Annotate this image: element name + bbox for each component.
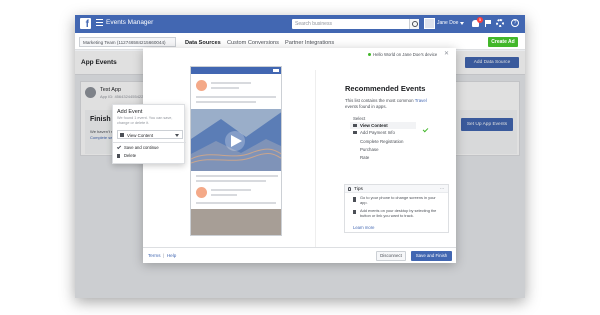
travel-link[interactable]: Travel [415, 98, 427, 103]
cursor-icon [353, 210, 356, 214]
recommended-events-title: Recommended Events [345, 84, 426, 93]
event-option-purchase[interactable]: Purchase [350, 146, 416, 153]
gear-icon[interactable] [496, 19, 504, 27]
tips-header: Tips ... [345, 185, 448, 193]
event-option-label: View Content [360, 123, 388, 128]
event-option-view-content[interactable]: View Content [350, 122, 416, 129]
close-icon[interactable]: ✕ [444, 50, 449, 57]
tab-partner-integrations[interactable]: Partner Integrations [285, 40, 334, 46]
text-placeholder-line [196, 101, 256, 103]
text-placeholder-line [196, 175, 278, 177]
selected-event: View Content [127, 133, 154, 138]
learn-more-link[interactable]: Learn more [353, 225, 374, 230]
tips-panel: Tips ... Go to your phone to change scre… [344, 184, 449, 233]
terms-link[interactable]: Terms [148, 253, 161, 258]
separator: | [161, 253, 166, 258]
event-option-complete-registration[interactable]: Complete Registration [350, 138, 416, 145]
hamburger-menu-icon[interactable] [96, 19, 103, 28]
description-text: This list contains the most common [345, 98, 414, 103]
description-text: events found in apps. [345, 103, 387, 109]
event-option-label: Complete Registration [360, 139, 404, 144]
device-status: Hello World on Jane Doe's device [373, 52, 438, 57]
lightbulb-icon [348, 187, 351, 191]
avatar[interactable] [424, 18, 435, 29]
event-option-label: Rate [360, 155, 370, 160]
text-placeholder-line [196, 180, 266, 182]
facebook-logo[interactable]: f [80, 18, 91, 30]
tip-text: Add events on your desktop by selecting … [360, 208, 437, 218]
text-placeholder-line [196, 96, 276, 98]
trash-icon [117, 154, 120, 158]
text-placeholder-line [211, 87, 239, 89]
play-icon[interactable] [229, 134, 243, 148]
checkmark-icon [422, 126, 429, 133]
chevron-down-icon[interactable] [175, 134, 179, 137]
footer-links: Terms | Help [148, 253, 176, 258]
divider [113, 142, 186, 143]
modal-footer: Terms | Help Disconnect Save and Finish [143, 247, 456, 263]
cart-icon [353, 131, 357, 134]
tab-data-sources[interactable]: Data Sources [185, 40, 221, 46]
popover-title: Add Event [117, 109, 143, 115]
text-placeholder-line [196, 202, 276, 204]
flag-icon[interactable] [485, 20, 491, 27]
chevron-down-icon[interactable] [460, 22, 464, 25]
tip-text: Go to your phone to change screens in yo… [360, 195, 436, 205]
account-selector[interactable]: Marketing Team (112746584215660044) [79, 37, 176, 47]
popover-description: We found 1 event. You can save, change o… [117, 116, 173, 125]
post-avatar [196, 80, 207, 91]
connected-status-dot [368, 53, 371, 56]
phone-app-bar [191, 67, 281, 74]
event-type-select[interactable]: View Content [117, 130, 183, 139]
search-input[interactable]: Search business [292, 19, 410, 29]
help-icon[interactable]: ? [511, 19, 519, 27]
text-placeholder-line [211, 194, 237, 196]
phone-icon [353, 197, 356, 202]
delete-button[interactable]: Delete [124, 153, 136, 158]
event-option-label: Add Payment Info [360, 130, 395, 135]
disconnect-button[interactable]: Disconnect [376, 251, 406, 261]
tips-title: Tips [354, 186, 363, 192]
divider [315, 70, 316, 248]
tab-custom-conversions[interactable]: Custom Conversions [227, 40, 279, 46]
image-placeholder [191, 209, 281, 235]
phone-preview [190, 66, 282, 236]
create-ad-button[interactable]: Create Ad [488, 37, 518, 47]
help-link[interactable]: Help [167, 253, 176, 258]
event-option-rate[interactable]: Rate [350, 154, 416, 161]
recommended-events-description: This list contains the most common Trave… [345, 98, 435, 109]
app-title: Events Manager [106, 19, 154, 26]
event-option-add-payment-info[interactable]: Add Payment Info [350, 129, 416, 136]
event-setup-modal: Hello World on Jane Doe's device ✕ Recom… [143, 48, 456, 263]
view-content-icon [353, 124, 357, 127]
text-placeholder-line [211, 189, 251, 191]
check-icon [116, 144, 122, 150]
view-content-icon [120, 133, 124, 137]
post-avatar [196, 187, 207, 198]
text-placeholder-line [211, 82, 251, 84]
top-nav-bar: f Events Manager Search business Jane Do… [75, 15, 525, 33]
video-thumbnail[interactable] [191, 109, 281, 171]
notification-badge: 5 [477, 17, 483, 23]
save-and-continue-button[interactable]: Save and continue [124, 145, 159, 150]
more-options-icon[interactable]: ... [440, 185, 444, 191]
save-and-finish-button[interactable]: Save and Finish [411, 251, 452, 261]
event-option-label: Purchase [360, 147, 379, 152]
select-label: Select [353, 116, 366, 121]
user-name[interactable]: Jane Doe [437, 20, 458, 26]
browser-frame: f Events Manager Search business Jane Do… [75, 15, 525, 298]
add-event-popover: Add Event We found 1 event. You can save… [112, 104, 186, 164]
search-icon[interactable] [409, 19, 419, 29]
